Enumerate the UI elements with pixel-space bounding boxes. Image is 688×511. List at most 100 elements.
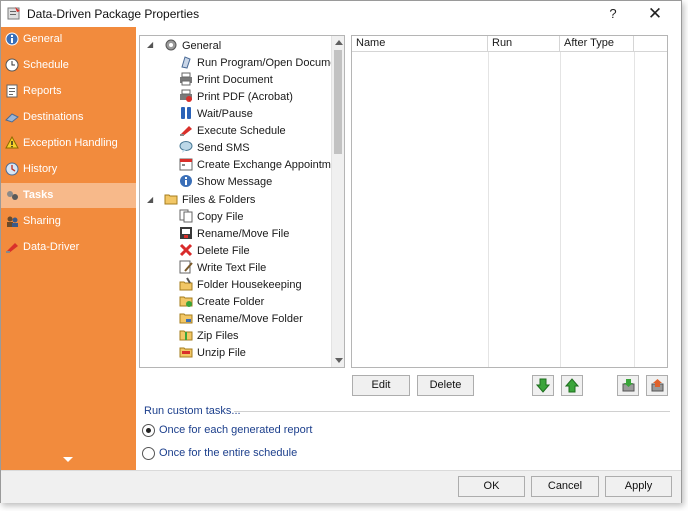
arrow-up-icon (565, 378, 579, 393)
tree-item-label: Copy File (197, 211, 244, 223)
tree-item-send-sms[interactable]: Send SMS (179, 140, 250, 157)
section-divider (234, 411, 670, 412)
data-driver-icon (6, 243, 18, 253)
sidebar-item-tasks[interactable]: Tasks (1, 183, 136, 208)
apply-button[interactable]: Apply (605, 476, 672, 497)
tree-item-label: Send SMS (197, 142, 250, 154)
export-tasks-button[interactable] (646, 375, 668, 396)
sidebar-item-label: Data-Driver (23, 241, 80, 253)
tree-item-label: General (182, 40, 222, 52)
pause-icon (181, 107, 191, 119)
tree-item-rename-move-file[interactable]: Rename/Move File (179, 226, 289, 243)
zip-icon (179, 330, 193, 341)
sidebar-item-label: Destinations (23, 111, 84, 123)
run-custom-tasks-label: Run custom tasks... (144, 405, 241, 417)
scroll-down-icon[interactable] (335, 358, 343, 363)
tree-group-files-folders[interactable]: Files & Folders (164, 192, 255, 209)
tree-group-general[interactable]: General (164, 38, 221, 55)
tree-item-label: Unzip File (197, 347, 246, 359)
appointment-icon (179, 158, 193, 171)
close-button[interactable]: ✕ (645, 4, 665, 24)
collapse-toggle-icon[interactable]: ◢ (147, 40, 157, 50)
sidebar-item-label: Reports (23, 85, 62, 97)
radio-button-unchecked[interactable] (142, 447, 155, 460)
folder-icon (164, 194, 178, 205)
tree-item-wait-pause[interactable]: Wait/Pause (179, 106, 253, 123)
move-down-button[interactable] (532, 375, 554, 396)
scroll-thumb[interactable] (334, 50, 342, 154)
collapse-toggle-icon[interactable]: ◢ (147, 195, 157, 205)
sidebar-item-exception-handling[interactable]: Exception Handling (1, 131, 136, 156)
tree-item-write-text-file[interactable]: Write Text File (179, 260, 266, 277)
tree-item-zip-files[interactable]: Zip Files (179, 328, 239, 345)
tree-item-label: Rename/Move File (197, 228, 290, 240)
printer-icon (180, 72, 192, 86)
write-text-icon (179, 260, 193, 274)
import-icon (622, 379, 635, 392)
tree-item-label: Zip Files (197, 330, 239, 342)
column-header-run[interactable]: Run (488, 36, 560, 52)
info-icon (5, 32, 19, 46)
tree-item-print-pdf[interactable]: Print PDF (Acrobat) (179, 89, 293, 106)
sidebar-item-data-driver[interactable]: Data-Driver (1, 235, 136, 260)
tree-item-rename-move-folder[interactable]: Rename/Move Folder (179, 311, 303, 328)
app-icon (7, 7, 20, 20)
tree-item-delete-file[interactable]: Delete File (179, 243, 250, 260)
run-program-icon (181, 56, 191, 69)
delete-icon (179, 243, 193, 257)
ok-button[interactable]: OK (458, 476, 525, 497)
sidebar-item-destinations[interactable]: Destinations (1, 105, 136, 130)
housekeeping-icon (179, 277, 193, 291)
tree-item-create-folder[interactable]: Create Folder (179, 294, 264, 311)
tree-item-label: Create Folder (197, 296, 265, 308)
sms-icon (179, 141, 193, 153)
tree-item-label: Delete File (197, 245, 250, 257)
move-up-button[interactable] (561, 375, 583, 396)
tree-item-folder-housekeeping[interactable]: Folder Housekeeping (179, 277, 302, 294)
tree-item-show-message[interactable]: Show Message (179, 174, 272, 191)
sidebar-item-history[interactable]: History (1, 157, 136, 182)
sharing-icon (7, 216, 18, 227)
sidebar-item-label: Tasks (23, 189, 54, 201)
cancel-button[interactable]: Cancel (531, 476, 599, 497)
help-button[interactable]: ? (604, 5, 622, 23)
column-header-name[interactable]: Name (352, 36, 488, 52)
tree-item-print-document[interactable]: Print Document (179, 72, 273, 89)
clock-icon (5, 58, 19, 72)
tree-item-label: Wait/Pause (197, 108, 253, 120)
edit-button[interactable]: Edit (352, 375, 410, 396)
gear-icon (165, 39, 177, 51)
sidebar-item-sharing[interactable]: Sharing (1, 209, 136, 234)
tree-item-label: Execute Schedule (197, 125, 286, 137)
copy-file-icon (179, 209, 193, 223)
tree-item-label: Write Text File (197, 262, 267, 274)
radio-button-checked[interactable] (142, 424, 155, 437)
tree-item-copy-file[interactable]: Copy File (179, 209, 243, 226)
tree-item-label: Folder Housekeeping (197, 279, 302, 291)
warning-icon (5, 136, 19, 149)
tree-item-label: Files & Folders (182, 194, 256, 206)
radio-label: Once for each generated report (159, 424, 313, 436)
info-icon (180, 175, 192, 187)
delete-button[interactable]: Delete (417, 375, 474, 396)
column-divider (634, 52, 635, 367)
tree-scrollbar[interactable] (331, 36, 344, 367)
scroll-up-icon[interactable] (335, 40, 343, 45)
sidebar-item-schedule[interactable]: Schedule (1, 53, 136, 78)
sidebar-item-general[interactable]: General (1, 27, 136, 52)
tree-item-unzip-file[interactable]: Unzip File (179, 345, 246, 362)
tree-item-run-program[interactable]: Run Program/Open Document (179, 55, 344, 72)
sidebar-scroll-down-icon[interactable] (63, 457, 73, 462)
sidebar: General Schedule Reports Destinations Ex… (1, 27, 136, 470)
tree-item-execute-schedule[interactable]: Execute Schedule (179, 123, 286, 140)
sidebar-item-label: Sharing (23, 215, 61, 227)
tasks-icon (7, 191, 18, 200)
column-header-after-type[interactable]: After Type (560, 36, 634, 52)
import-tasks-button[interactable] (617, 375, 639, 396)
task-tree[interactable]: ◢ General Run Program/Open Document Prin… (139, 35, 345, 368)
sidebar-item-reports[interactable]: Reports (1, 79, 136, 104)
sidebar-item-label: General (23, 33, 63, 45)
grid-header: Name Run After Type (352, 36, 667, 52)
tree-item-create-exchange-appointment[interactable]: Create Exchange Appointment (179, 157, 344, 174)
tasks-grid[interactable]: Name Run After Type (351, 35, 668, 368)
